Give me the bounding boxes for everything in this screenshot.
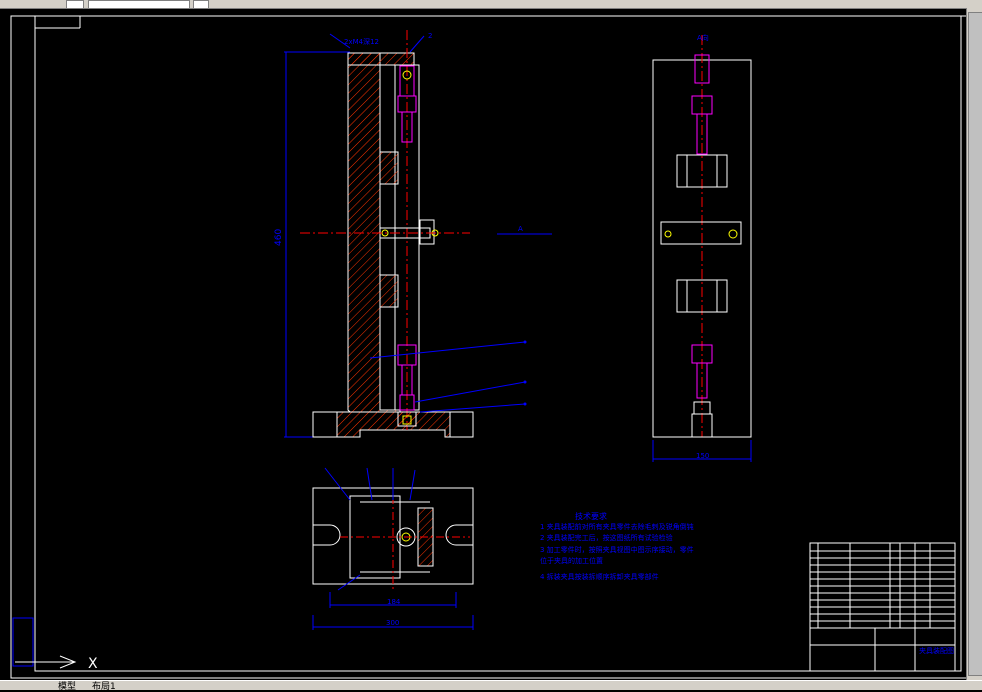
tab-layout1[interactable]: 布局1	[92, 679, 116, 692]
top-right-label: 2	[428, 32, 432, 40]
tab-model[interactable]: 模型	[58, 679, 76, 692]
section-label: A	[518, 225, 523, 233]
side-view-label: A向	[697, 33, 709, 42]
top-note-label: 2xM4深12	[344, 37, 379, 46]
drawing-title: 夹具装配图	[919, 646, 954, 655]
height-dim-label: 460	[274, 229, 284, 246]
tech-item-2: 2 夹具装配完工后，按这图纸所有试验检验	[540, 533, 673, 542]
drawing-canvas[interactable]: 460 A 2xM4深12 2 150 A向 184 300 技术要求 1 夹具…	[0, 8, 982, 680]
tech-item-1: 1 夹具装配前对所有夹具零件去除毛刺及锐角倒钝	[540, 522, 694, 531]
bottom-width-dim-2: 300	[386, 619, 399, 627]
svg-text:X: X	[88, 656, 98, 672]
tech-item-5: 4 拆装夹具按装拆顺序拆卸夹具零部件	[540, 572, 659, 581]
tech-heading: 技术要求	[575, 511, 607, 521]
tech-requirements: 技术要求 1 夹具装配前对所有夹具零件去除毛刺及锐角倒钝 2 夹具装配完工后，按…	[540, 511, 694, 581]
vertical-scrollbar[interactable]	[966, 8, 982, 680]
side-view: 150 A向	[652, 33, 752, 462]
bottom-view: 184 300	[312, 467, 474, 630]
ucs-icon: X	[12, 617, 98, 672]
title-block: 夹具装配图	[809, 542, 956, 672]
tech-item-4: 位于夹具的加工位置	[540, 556, 603, 565]
side-width-dim: 150	[696, 452, 709, 460]
tech-item-3: 3 加工零件时，按照夹具视图中图示序接动，零件	[540, 545, 694, 554]
bottom-width-dim-1: 184	[387, 598, 401, 606]
front-view: 460 A 2xM4深12 2	[274, 30, 552, 438]
scrollbar-thumb[interactable]	[968, 12, 982, 676]
